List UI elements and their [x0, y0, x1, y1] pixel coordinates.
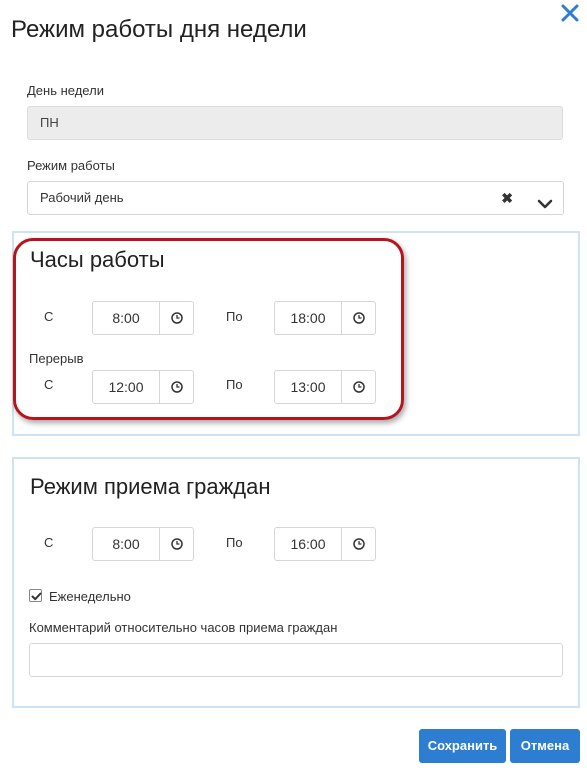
cancel-button[interactable]: Отмена	[510, 729, 580, 763]
reception-to-time[interactable]: 16:00	[274, 527, 376, 561]
clock-icon[interactable]	[342, 302, 375, 334]
work-from-label: С	[44, 309, 54, 324]
break-label: Перерыв	[29, 351, 84, 366]
close-icon[interactable]	[559, 2, 581, 24]
break-from-label: С	[44, 377, 54, 392]
break-to-time[interactable]: 13:00	[274, 370, 376, 404]
reception-to-label: По	[226, 535, 243, 550]
break-from-value[interactable]: 12:00	[93, 371, 160, 403]
work-mode-label: Режим работы	[27, 158, 115, 173]
weekly-checkbox[interactable]	[29, 589, 42, 602]
work-to-time[interactable]: 18:00	[274, 301, 376, 335]
dialog-title: Режим работы дня недели	[11, 16, 307, 43]
comment-label: Комментарий относительно часов приема гр…	[29, 620, 338, 635]
break-to-label: По	[226, 377, 243, 392]
reception-from-value[interactable]: 8:00	[93, 528, 160, 560]
break-from-time[interactable]: 12:00	[92, 370, 194, 404]
weekly-label[interactable]: Еженедельно	[49, 589, 131, 604]
clock-icon[interactable]	[342, 371, 375, 403]
reception-from-label: С	[44, 535, 54, 550]
clock-icon[interactable]	[160, 528, 193, 560]
comment-input[interactable]	[29, 643, 563, 677]
work-to-label: По	[226, 309, 243, 324]
clock-icon[interactable]	[160, 302, 193, 334]
chevron-down-icon[interactable]	[537, 191, 553, 209]
clear-icon[interactable]: ✖	[501, 182, 513, 214]
day-of-week-label: День недели	[27, 83, 104, 98]
work-mode-select[interactable]: Рабочий день ✖	[27, 181, 564, 215]
day-of-week-field: ПН	[27, 106, 563, 140]
work-hours-title: Часы работы	[30, 247, 165, 272]
work-to-value[interactable]: 18:00	[275, 302, 342, 334]
reception-from-time[interactable]: 8:00	[92, 527, 194, 561]
work-from-value[interactable]: 8:00	[93, 302, 160, 334]
reception-to-value[interactable]: 16:00	[275, 528, 342, 560]
work-from-time[interactable]: 8:00	[92, 301, 194, 335]
clock-icon[interactable]	[342, 528, 375, 560]
work-mode-value: Рабочий день	[40, 190, 124, 205]
reception-title: Режим приема граждан	[30, 474, 271, 499]
break-to-value[interactable]: 13:00	[275, 371, 342, 403]
clock-icon[interactable]	[160, 371, 193, 403]
save-button[interactable]: Сохранить	[419, 729, 506, 763]
